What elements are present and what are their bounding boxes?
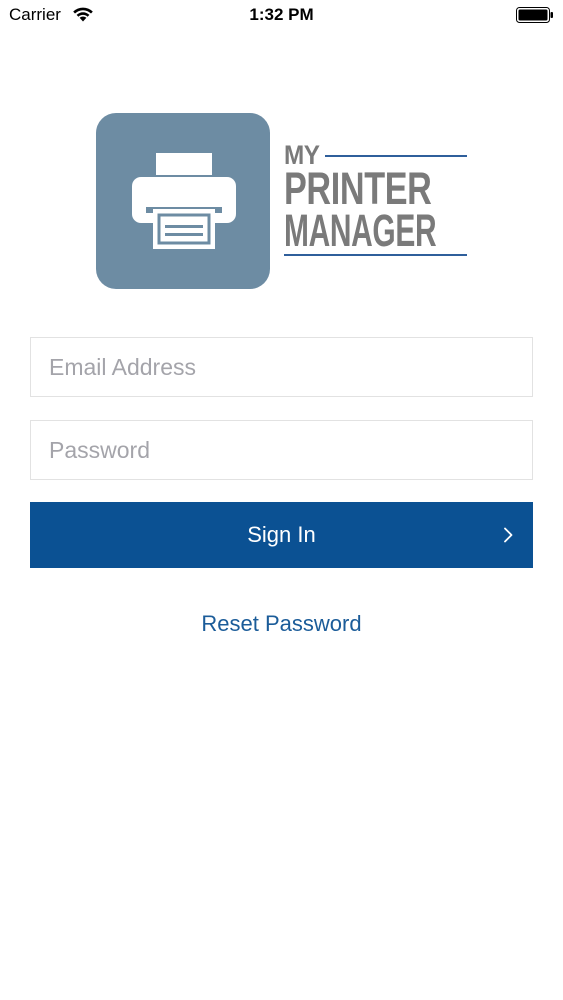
- wordmark-rule-bottom: [284, 254, 467, 256]
- app-logo-tile: [96, 113, 270, 289]
- app-wordmark: MY PRINTER MANAGER: [284, 140, 470, 262]
- email-field[interactable]: [30, 337, 533, 397]
- chevron-right-icon: [504, 527, 513, 543]
- password-input[interactable]: [31, 421, 532, 479]
- wordmark-manager: MANAGER: [284, 205, 437, 256]
- password-field[interactable]: [30, 420, 533, 480]
- sign-in-label: Sign In: [247, 522, 316, 547]
- battery-icon: [516, 7, 553, 23]
- login-screen: Carrier 1:32 PM MY PRINTER MANAGER Email…: [0, 0, 563, 1000]
- status-bar: Carrier 1:32 PM: [0, 0, 563, 30]
- printer-icon: [132, 153, 236, 249]
- wordmark-rule-top: [325, 155, 467, 157]
- sign-in-button[interactable]: Sign In: [30, 502, 533, 568]
- reset-password-link[interactable]: Reset Password: [0, 611, 563, 637]
- status-time: 1:32 PM: [249, 5, 314, 24]
- email-input[interactable]: [31, 338, 532, 396]
